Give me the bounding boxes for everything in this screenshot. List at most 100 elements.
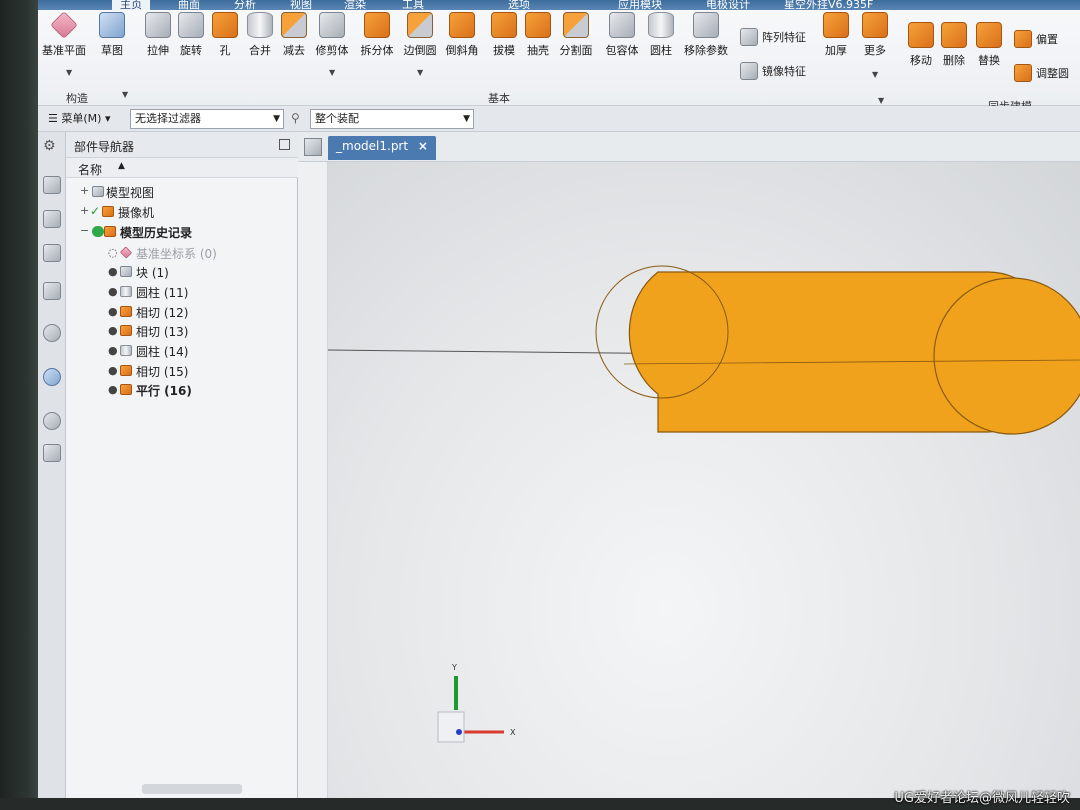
view-orient-icon[interactable] bbox=[304, 138, 322, 156]
hidden-eye-icon[interactable]: ◌ bbox=[108, 246, 118, 259]
assembly-navigator-icon[interactable] bbox=[43, 176, 61, 194]
divide-face-button[interactable]: 分割面 bbox=[554, 12, 598, 58]
web-browser-icon[interactable] bbox=[43, 324, 61, 342]
thicken-button[interactable]: 加厚 bbox=[814, 12, 858, 58]
tab-plugin[interactable]: 星空外挂V6.935F bbox=[784, 0, 873, 11]
bounding-body-button[interactable]: 包容体 bbox=[600, 12, 644, 58]
tree-node-datum-csys[interactable]: ◌ 基准坐标系 (0) bbox=[66, 243, 298, 263]
chamfer-label: 倒斜角 bbox=[445, 44, 479, 57]
visible-eye-icon[interactable]: ● bbox=[108, 305, 118, 318]
sketch-label: 草图 bbox=[101, 44, 123, 57]
tree-node-model-history[interactable]: − 模型历史记录 bbox=[66, 222, 298, 242]
history-icon[interactable] bbox=[43, 368, 61, 386]
tab-home[interactable]: 主页 bbox=[112, 0, 150, 11]
visible-eye-icon[interactable]: ● bbox=[108, 383, 118, 396]
visible-eye-icon[interactable]: ● bbox=[108, 344, 118, 357]
visible-eye-icon[interactable]: ● bbox=[108, 285, 118, 298]
construct-group-dropdown-icon[interactable]: ▼ bbox=[122, 90, 128, 99]
replace-face-button[interactable]: 替换 bbox=[967, 22, 1011, 68]
tab-render[interactable]: 渲染 bbox=[344, 0, 366, 11]
graphics-side-strip bbox=[298, 162, 328, 800]
remove-parameters-button[interactable]: 移除参数 bbox=[684, 12, 728, 58]
offset-face-button[interactable]: 偏置 bbox=[1014, 30, 1058, 48]
mirror-feature-button[interactable]: 镜像特征 bbox=[740, 62, 806, 80]
column-header-name[interactable]: 名称 ▲ bbox=[66, 158, 298, 178]
cylinder-label: 圆柱 bbox=[650, 44, 672, 57]
tree-node-block[interactable]: ● 块 (1) bbox=[66, 262, 298, 282]
bounding-body-label: 包容体 bbox=[605, 44, 639, 57]
edge-blend-button[interactable]: 边倒圆 bbox=[398, 12, 442, 58]
tab-model1-prt[interactable]: _model1.prt × bbox=[328, 136, 436, 160]
more-label: 更多 bbox=[864, 44, 886, 57]
reuse-library-icon[interactable] bbox=[43, 282, 61, 300]
type-filter-select[interactable]: 无选择过滤器 ▼ bbox=[130, 109, 284, 129]
revolve-icon bbox=[178, 12, 204, 38]
sketch-button[interactable]: 草图 bbox=[90, 12, 134, 58]
more-dropdown-icon[interactable]: ▼ bbox=[872, 70, 878, 79]
graphics-viewport[interactable]: Y X bbox=[328, 162, 1080, 800]
cylinder-icon bbox=[120, 345, 132, 356]
process-studio-icon[interactable] bbox=[43, 412, 61, 430]
datum-plane-icon bbox=[50, 11, 78, 39]
tree-node-parallel-16[interactable]: ● 平行 (16) bbox=[66, 380, 298, 400]
part-navigator-icon[interactable] bbox=[43, 244, 61, 262]
tab-electrode-design[interactable]: 电极设计 bbox=[706, 0, 750, 11]
visible-eye-icon[interactable]: ● bbox=[108, 265, 118, 278]
tree-node-label: 圆柱 (14) bbox=[136, 345, 189, 359]
settings-icon[interactable]: ⚙ bbox=[43, 138, 61, 156]
tree-node-label: 圆柱 (11) bbox=[136, 286, 189, 300]
tab-options[interactable]: 选项 bbox=[508, 0, 530, 11]
tab-view[interactable]: 视图 bbox=[290, 0, 312, 11]
tree-node-model-views[interactable]: + 模型视图 bbox=[66, 182, 298, 202]
datum-plane-button[interactable]: 基准平面 bbox=[42, 11, 86, 58]
tree-node-cylinder-11[interactable]: ● 圆柱 (11) bbox=[66, 282, 298, 302]
datum-plane-dropdown-icon[interactable]: ▼ bbox=[66, 68, 72, 77]
chamfer-button[interactable]: 倒斜角 bbox=[440, 12, 484, 58]
expand-icon[interactable]: + bbox=[80, 204, 89, 217]
model-canvas: Y X bbox=[328, 265, 1080, 743]
filter-funnel-icon[interactable]: ⚲ bbox=[291, 111, 300, 125]
maximize-icon[interactable] bbox=[279, 139, 290, 150]
trim-body-button[interactable]: 修剪体 bbox=[310, 12, 354, 58]
tab-tools[interactable]: 工具 bbox=[402, 0, 424, 11]
tree-node-cameras[interactable]: + ✓ 摄像机 bbox=[66, 202, 298, 222]
tab-applications[interactable]: 应用模块 bbox=[618, 0, 662, 11]
ribbon-tab-strip: 主页 曲面 分析 视图 渲染 工具 选项 应用模块 电极设计 星空外挂V6.93… bbox=[38, 0, 1080, 11]
tangent-constraint-icon bbox=[120, 365, 132, 376]
extrude-icon bbox=[145, 12, 171, 38]
mirror-feature-icon bbox=[740, 62, 758, 80]
part-navigator-title: 部件导航器 bbox=[74, 140, 135, 154]
close-icon[interactable]: × bbox=[418, 139, 428, 153]
edge-blend-dropdown-icon[interactable]: ▼ bbox=[417, 68, 423, 77]
visible-eye-icon[interactable]: ● bbox=[108, 324, 118, 337]
tab-label: _model1.prt bbox=[336, 139, 409, 153]
cylinder-face-right[interactable] bbox=[933, 277, 1080, 435]
base-group-dropdown-icon[interactable]: ▼ bbox=[878, 96, 884, 105]
split-body-button[interactable]: 拆分体 bbox=[355, 12, 399, 58]
group-label-construct: 构造 bbox=[66, 92, 88, 105]
trim-body-dropdown-icon[interactable]: ▼ bbox=[329, 68, 335, 77]
roles-icon[interactable] bbox=[43, 444, 61, 462]
menu-button[interactable]: ☰ 菜单(M) ▾ bbox=[48, 110, 110, 126]
pattern-feature-button[interactable]: 阵列特征 bbox=[740, 28, 806, 46]
constraint-navigator-icon[interactable] bbox=[43, 210, 61, 228]
tab-surface[interactable]: 曲面 bbox=[178, 0, 200, 11]
part-navigator-header: 部件导航器 bbox=[66, 132, 298, 158]
cylinder-button[interactable]: 圆柱 bbox=[639, 12, 683, 58]
tree-node-tangent-13[interactable]: ● 相切 (13) bbox=[66, 321, 298, 341]
tree-node-tangent-12[interactable]: ● 相切 (12) bbox=[66, 302, 298, 322]
tree-node-tangent-15[interactable]: ● 相切 (15) bbox=[66, 361, 298, 381]
expand-icon[interactable]: + bbox=[80, 184, 89, 197]
visible-eye-icon[interactable]: ● bbox=[108, 364, 118, 377]
resize-blend-button[interactable]: 调整圆 bbox=[1014, 64, 1069, 82]
tree-node-cylinder-14[interactable]: ● 圆柱 (14) bbox=[66, 341, 298, 361]
horizontal-scrollbar[interactable] bbox=[142, 784, 242, 794]
tree-node-label: 基准坐标系 (0) bbox=[136, 247, 217, 261]
more-button[interactable]: 更多 bbox=[853, 12, 897, 58]
group-label-base: 基本 bbox=[488, 92, 510, 105]
collapse-icon[interactable]: − bbox=[80, 224, 89, 237]
selection-scope-select[interactable]: 整个装配 ▼ bbox=[310, 109, 474, 129]
offset-face-label: 偏置 bbox=[1036, 33, 1058, 46]
history-folder-icon bbox=[104, 226, 116, 237]
tab-analysis[interactable]: 分析 bbox=[234, 0, 256, 11]
